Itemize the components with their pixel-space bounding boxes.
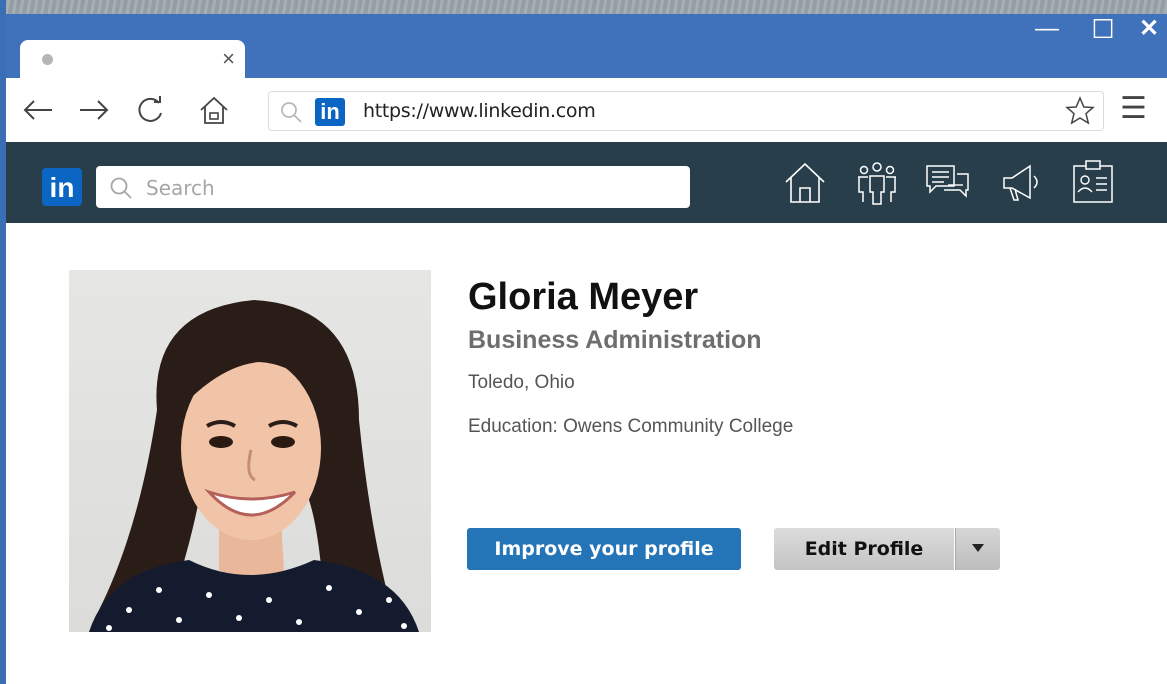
home-button-icon[interactable] [196, 92, 232, 128]
browser-tab[interactable]: × [20, 40, 245, 78]
profile-card-icon[interactable] [1070, 158, 1116, 206]
profile-headline: Business Administration [468, 326, 762, 354]
edit-profile-dropdown-button[interactable] [955, 528, 1000, 570]
bookmark-star-icon[interactable] [1065, 96, 1095, 126]
forward-arrow-icon[interactable] [76, 92, 112, 128]
browser-window: × — ☐ ✕ in https://www.linkedin.com ☰ in… [6, 14, 1167, 684]
search-input[interactable] [144, 166, 678, 210]
profile-education: Education: Owens Community College [468, 416, 794, 437]
network-icon[interactable] [854, 158, 900, 206]
address-bar[interactable]: in https://www.linkedin.com [268, 91, 1104, 131]
profile-name: Gloria Meyer [468, 276, 699, 318]
linkedin-logo[interactable]: in [42, 168, 82, 206]
profile-location: Toledo, Ohio [468, 372, 575, 393]
browser-titlebar: × — ☐ ✕ [6, 14, 1167, 78]
profile-photo-illustration [89, 300, 419, 632]
url-text[interactable]: https://www.linkedin.com [363, 92, 596, 130]
linkedin-header: in [6, 142, 1167, 223]
address-search-icon [281, 102, 302, 123]
search-icon [110, 177, 132, 199]
back-arrow-icon[interactable] [20, 92, 56, 128]
profile-photo [69, 270, 431, 632]
site-favicon-icon: in [315, 98, 345, 126]
chevron-down-icon [972, 544, 984, 552]
home-icon[interactable] [782, 158, 828, 206]
tab-close-icon[interactable]: × [222, 46, 235, 72]
edit-profile-button[interactable]: Edit Profile [774, 528, 954, 570]
close-window-icon[interactable]: ✕ [1134, 14, 1164, 44]
improve-profile-button[interactable]: Improve your profile [467, 528, 741, 570]
messaging-icon[interactable] [924, 158, 970, 206]
minimize-icon[interactable]: — [1032, 14, 1062, 44]
megaphone-icon[interactable] [1000, 158, 1046, 206]
browser-menu-icon[interactable]: ☰ [1120, 92, 1147, 126]
tab-favicon-icon [42, 54, 53, 65]
browser-toolbar: in https://www.linkedin.com ☰ [6, 78, 1167, 143]
linkedin-search-box[interactable] [96, 166, 690, 210]
reload-icon[interactable] [132, 92, 168, 128]
maximize-icon[interactable]: ☐ [1088, 14, 1118, 44]
